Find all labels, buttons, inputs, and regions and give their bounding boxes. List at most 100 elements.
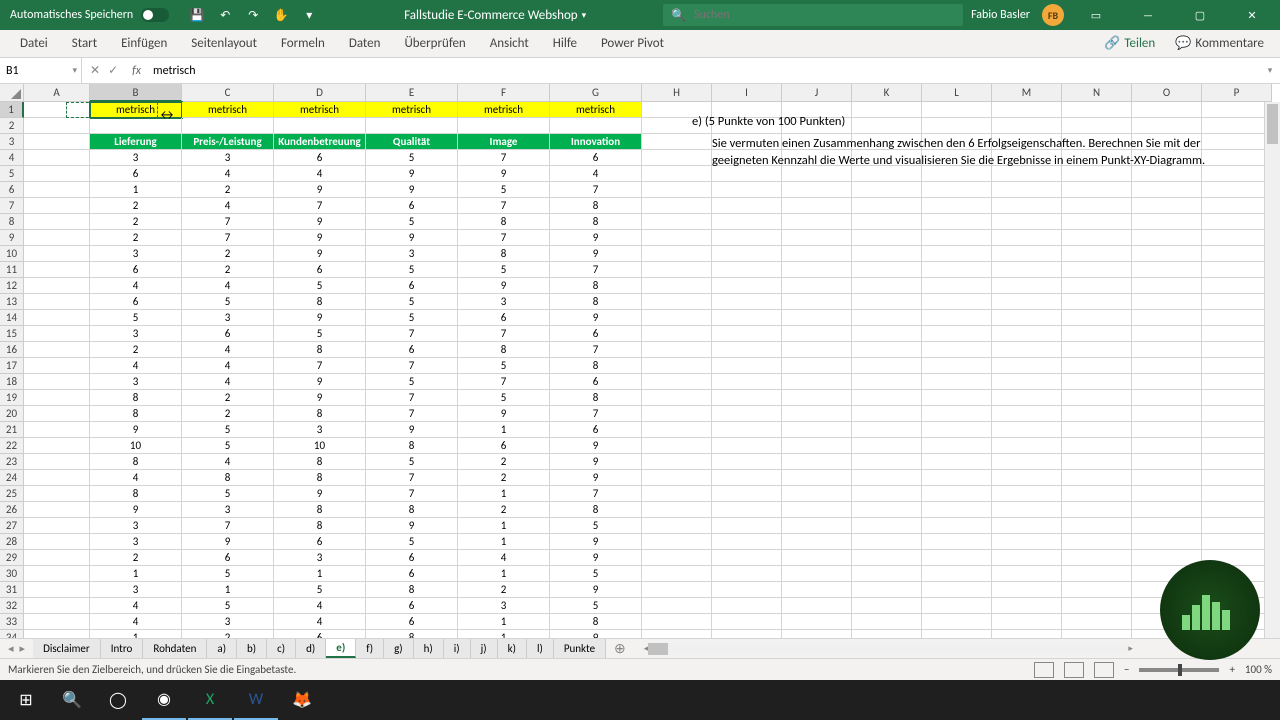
- cell-O11[interactable]: [1132, 262, 1202, 278]
- cell-I18[interactable]: [712, 374, 782, 390]
- cell-I23[interactable]: [712, 454, 782, 470]
- cell-I17[interactable]: [712, 358, 782, 374]
- cell-K20[interactable]: [852, 406, 922, 422]
- cell-N10[interactable]: [1062, 246, 1132, 262]
- cell-L29[interactable]: [922, 550, 992, 566]
- cell-P17[interactable]: [1202, 358, 1272, 374]
- cell-G24[interactable]: 9: [550, 470, 642, 486]
- cell-G31[interactable]: 9: [550, 582, 642, 598]
- cell-D9[interactable]: 9: [274, 230, 366, 246]
- row-header-30[interactable]: 30: [0, 566, 24, 582]
- cell-M24[interactable]: [992, 470, 1062, 486]
- cell-M8[interactable]: [992, 214, 1062, 230]
- cell-D30[interactable]: 1: [274, 566, 366, 582]
- cell-P19[interactable]: [1202, 390, 1272, 406]
- cell-B22[interactable]: 10: [90, 438, 182, 454]
- cell-E17[interactable]: 7: [366, 358, 458, 374]
- cell-L11[interactable]: [922, 262, 992, 278]
- cell-F24[interactable]: 2: [458, 470, 550, 486]
- cell-G18[interactable]: 6: [550, 374, 642, 390]
- cell-B5[interactable]: 6: [90, 166, 182, 182]
- cell-E21[interactable]: 9: [366, 422, 458, 438]
- cell-M16[interactable]: [992, 342, 1062, 358]
- cell-D14[interactable]: 9: [274, 310, 366, 326]
- cell-B24[interactable]: 4: [90, 470, 182, 486]
- cell-J24[interactable]: [782, 470, 852, 486]
- cell-B4[interactable]: 3: [90, 150, 182, 166]
- cell-G15[interactable]: 6: [550, 326, 642, 342]
- cell-N7[interactable]: [1062, 198, 1132, 214]
- cell-H25[interactable]: [642, 486, 712, 502]
- cell-J32[interactable]: [782, 598, 852, 614]
- cell-G25[interactable]: 7: [550, 486, 642, 502]
- cell-D7[interactable]: 7: [274, 198, 366, 214]
- ribbon-tab-seitenlayout[interactable]: Seitenlayout: [179, 30, 269, 57]
- horizontal-scrollbar[interactable]: [648, 643, 1128, 655]
- cell-N9[interactable]: [1062, 230, 1132, 246]
- cell-C4[interactable]: 3: [182, 150, 274, 166]
- row-header-16[interactable]: 16: [0, 342, 24, 358]
- cell-I26[interactable]: [712, 502, 782, 518]
- sheet-tab-e)[interactable]: e): [326, 639, 356, 658]
- touch-icon[interactable]: ✋: [273, 7, 289, 23]
- sheet-nav-next-icon[interactable]: ▸: [20, 642, 26, 655]
- sheet-nav-prev-icon[interactable]: ◂: [8, 642, 14, 655]
- cell-P13[interactable]: [1202, 294, 1272, 310]
- cell-O21[interactable]: [1132, 422, 1202, 438]
- cell-K26[interactable]: [852, 502, 922, 518]
- cell-P12[interactable]: [1202, 278, 1272, 294]
- ribbon-tab-hilfe[interactable]: Hilfe: [541, 30, 589, 57]
- cell-F21[interactable]: 1: [458, 422, 550, 438]
- cell-N13[interactable]: [1062, 294, 1132, 310]
- cell-E29[interactable]: 6: [366, 550, 458, 566]
- cell-P22[interactable]: [1202, 438, 1272, 454]
- cell-P23[interactable]: [1202, 454, 1272, 470]
- cell-M15[interactable]: [992, 326, 1062, 342]
- cell-I13[interactable]: [712, 294, 782, 310]
- cell-M20[interactable]: [992, 406, 1062, 422]
- cell-L20[interactable]: [922, 406, 992, 422]
- cell-J18[interactable]: [782, 374, 852, 390]
- cell-F15[interactable]: 7: [458, 326, 550, 342]
- cell-B29[interactable]: 2: [90, 550, 182, 566]
- cell-E7[interactable]: 6: [366, 198, 458, 214]
- cell-A6[interactable]: [24, 182, 90, 198]
- cell-O6[interactable]: [1132, 182, 1202, 198]
- cell-H17[interactable]: [642, 358, 712, 374]
- cell-O16[interactable]: [1132, 342, 1202, 358]
- cell-A23[interactable]: [24, 454, 90, 470]
- cell-E18[interactable]: 5: [366, 374, 458, 390]
- cell-C2[interactable]: [182, 118, 274, 134]
- cell-P7[interactable]: [1202, 198, 1272, 214]
- cell-C30[interactable]: 5: [182, 566, 274, 582]
- cell-F13[interactable]: 3: [458, 294, 550, 310]
- cell-N20[interactable]: [1062, 406, 1132, 422]
- enter-icon[interactable]: ✓: [108, 63, 118, 78]
- cell-I6[interactable]: [712, 182, 782, 198]
- cell-G2[interactable]: [550, 118, 642, 134]
- cell-O25[interactable]: [1132, 486, 1202, 502]
- cell-G17[interactable]: 8: [550, 358, 642, 374]
- cell-C24[interactable]: 8: [182, 470, 274, 486]
- cell-B21[interactable]: 9: [90, 422, 182, 438]
- cell-H20[interactable]: [642, 406, 712, 422]
- row-header-11[interactable]: 11: [0, 262, 24, 278]
- cell-N8[interactable]: [1062, 214, 1132, 230]
- cell-F29[interactable]: 4: [458, 550, 550, 566]
- sheet-tab-c)[interactable]: c): [267, 639, 296, 658]
- maximize-icon[interactable]: ▢: [1180, 0, 1220, 30]
- add-sheet-button[interactable]: ⊕: [606, 640, 634, 657]
- ribbon-tab-überprüfen[interactable]: Überprüfen: [392, 30, 477, 57]
- cell-D29[interactable]: 3: [274, 550, 366, 566]
- row-header-4[interactable]: 4: [0, 150, 24, 166]
- cell-H14[interactable]: [642, 310, 712, 326]
- cell-N30[interactable]: [1062, 566, 1132, 582]
- cell-B26[interactable]: 9: [90, 502, 182, 518]
- cell-N34[interactable]: [1062, 630, 1132, 638]
- cell-O22[interactable]: [1132, 438, 1202, 454]
- cell-K29[interactable]: [852, 550, 922, 566]
- cell-M33[interactable]: [992, 614, 1062, 630]
- cell-A17[interactable]: [24, 358, 90, 374]
- cell-D11[interactable]: 6: [274, 262, 366, 278]
- cell-E9[interactable]: 9: [366, 230, 458, 246]
